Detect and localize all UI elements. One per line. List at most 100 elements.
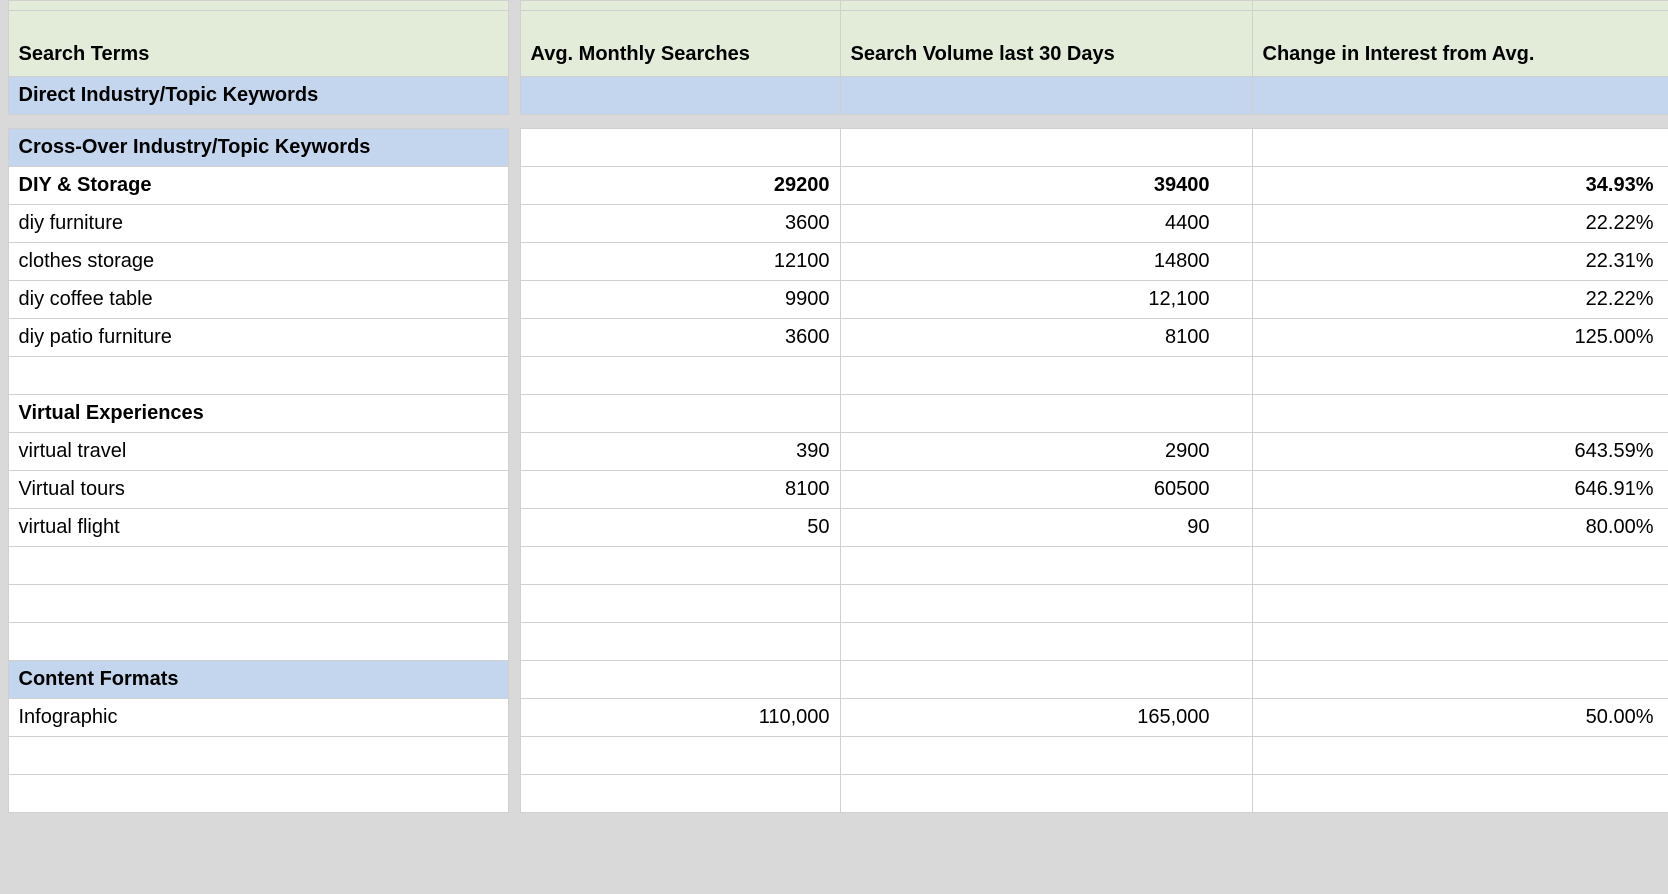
cell[interactable] [840, 129, 1252, 167]
cell[interactable] [840, 661, 1252, 699]
cell[interactable] [520, 395, 840, 433]
cell-term[interactable]: clothes storage [8, 243, 508, 281]
cell-avg[interactable]: 50 [520, 509, 840, 547]
cell[interactable] [520, 661, 840, 699]
group-label[interactable]: Virtual Experiences [8, 395, 508, 433]
cell[interactable] [1252, 77, 1668, 115]
cell[interactable] [1252, 661, 1668, 699]
cell[interactable] [840, 585, 1252, 623]
cell-vol[interactable]: 8100 [840, 319, 1252, 357]
cell-vol[interactable]: 165,000 [840, 699, 1252, 737]
cell-avg[interactable]: 3600 [520, 319, 840, 357]
cell-vol[interactable]: 2900 [840, 433, 1252, 471]
cell[interactable] [8, 585, 508, 623]
cell[interactable] [520, 357, 840, 395]
table-row[interactable] [0, 775, 1668, 813]
group-label[interactable]: DIY & Storage [8, 167, 508, 205]
table-row[interactable]: virtual flight 50 90 80.00% [0, 509, 1668, 547]
spreadsheet[interactable]: Search Terms Avg. Monthly Searches Searc… [0, 0, 1668, 813]
cell-avg[interactable]: 9900 [520, 281, 840, 319]
cell-vol[interactable]: 90 [840, 509, 1252, 547]
cell-vol[interactable]: 60500 [840, 471, 1252, 509]
cell-chg[interactable]: 22.31% [1252, 243, 1668, 281]
cell[interactable] [8, 547, 508, 585]
cell-vol[interactable]: 4400 [840, 205, 1252, 243]
cell[interactable] [840, 547, 1252, 585]
cell[interactable] [1252, 129, 1668, 167]
cell-term[interactable]: Infographic [8, 699, 508, 737]
cell[interactable] [520, 623, 840, 661]
cell-term[interactable]: virtual travel [8, 433, 508, 471]
cell[interactable] [1252, 623, 1668, 661]
cell-term[interactable]: virtual flight [8, 509, 508, 547]
table-row[interactable]: clothes storage 12100 14800 22.31% [0, 243, 1668, 281]
cell-chg[interactable]: 80.00% [1252, 509, 1668, 547]
section-label[interactable]: Direct Industry/Topic Keywords [8, 77, 508, 115]
table-row[interactable] [0, 737, 1668, 775]
cell[interactable] [840, 357, 1252, 395]
cell[interactable] [840, 775, 1252, 813]
cell-avg[interactable]: 3600 [520, 205, 840, 243]
cell[interactable] [520, 775, 840, 813]
cell[interactable] [8, 623, 508, 661]
cell-vol[interactable]: 39400 [840, 167, 1252, 205]
cell[interactable] [840, 395, 1252, 433]
cell[interactable] [840, 737, 1252, 775]
section-label[interactable]: Content Formats [8, 661, 508, 699]
table-row[interactable]: Infographic 110,000 165,000 50.00% [0, 699, 1668, 737]
col-header-avg-monthly[interactable]: Avg. Monthly Searches [520, 11, 840, 77]
table-row[interactable]: Virtual tours 8100 60500 646.91% [0, 471, 1668, 509]
cell[interactable] [520, 585, 840, 623]
cell-term[interactable]: diy patio furniture [8, 319, 508, 357]
cell[interactable] [520, 547, 840, 585]
cell[interactable] [8, 357, 508, 395]
cell-chg[interactable]: 643.59% [1252, 433, 1668, 471]
cell[interactable] [840, 623, 1252, 661]
table-row[interactable]: diy patio furniture 3600 8100 125.00% [0, 319, 1668, 357]
cell[interactable] [8, 737, 508, 775]
table-row[interactable]: diy furniture 3600 4400 22.22% [0, 205, 1668, 243]
cell-term[interactable]: Virtual tours [8, 471, 508, 509]
table-row[interactable] [0, 547, 1668, 585]
cell[interactable] [1252, 547, 1668, 585]
cell[interactable] [520, 737, 840, 775]
cell-chg[interactable]: 22.22% [1252, 205, 1668, 243]
cell-term[interactable]: diy coffee table [8, 281, 508, 319]
section-row-direct[interactable]: Direct Industry/Topic Keywords [0, 77, 1668, 115]
cell[interactable] [1252, 775, 1668, 813]
cell-chg[interactable]: 34.93% [1252, 167, 1668, 205]
cell-avg[interactable]: 390 [520, 433, 840, 471]
cell[interactable] [840, 77, 1252, 115]
cell[interactable] [8, 775, 508, 813]
cell[interactable] [520, 77, 840, 115]
table-row[interactable]: virtual travel 390 2900 643.59% [0, 433, 1668, 471]
cell-chg[interactable]: 646.91% [1252, 471, 1668, 509]
cell-avg[interactable]: 12100 [520, 243, 840, 281]
cell-vol[interactable]: 14800 [840, 243, 1252, 281]
cell-vol[interactable]: 12,100 [840, 281, 1252, 319]
section-label[interactable]: Cross-Over Industry/Topic Keywords [8, 129, 508, 167]
cell[interactable] [1252, 585, 1668, 623]
cell[interactable] [1252, 737, 1668, 775]
cell-chg[interactable]: 125.00% [1252, 319, 1668, 357]
cell-chg[interactable]: 22.22% [1252, 281, 1668, 319]
cell-term[interactable]: diy furniture [8, 205, 508, 243]
cell-avg[interactable]: 110,000 [520, 699, 840, 737]
cell[interactable] [1252, 395, 1668, 433]
col-header-search-terms[interactable]: Search Terms [8, 11, 508, 77]
table-row[interactable] [0, 623, 1668, 661]
section-row-content[interactable]: Content Formats [0, 661, 1668, 699]
table-row[interactable] [0, 585, 1668, 623]
group-row-virtual[interactable]: Virtual Experiences [0, 395, 1668, 433]
col-header-volume-30d[interactable]: Search Volume last 30 Days [840, 11, 1252, 77]
data-table[interactable]: Search Terms Avg. Monthly Searches Searc… [0, 0, 1668, 813]
table-row[interactable]: diy coffee table 9900 12,100 22.22% [0, 281, 1668, 319]
cell[interactable] [520, 129, 840, 167]
col-header-change[interactable]: Change in Interest from Avg. [1252, 11, 1668, 77]
section-row-crossover[interactable]: Cross-Over Industry/Topic Keywords [0, 129, 1668, 167]
cell[interactable] [1252, 357, 1668, 395]
cell-avg[interactable]: 8100 [520, 471, 840, 509]
cell-avg[interactable]: 29200 [520, 167, 840, 205]
table-row[interactable] [0, 357, 1668, 395]
group-row-diy[interactable]: DIY & Storage 29200 39400 34.93% [0, 167, 1668, 205]
